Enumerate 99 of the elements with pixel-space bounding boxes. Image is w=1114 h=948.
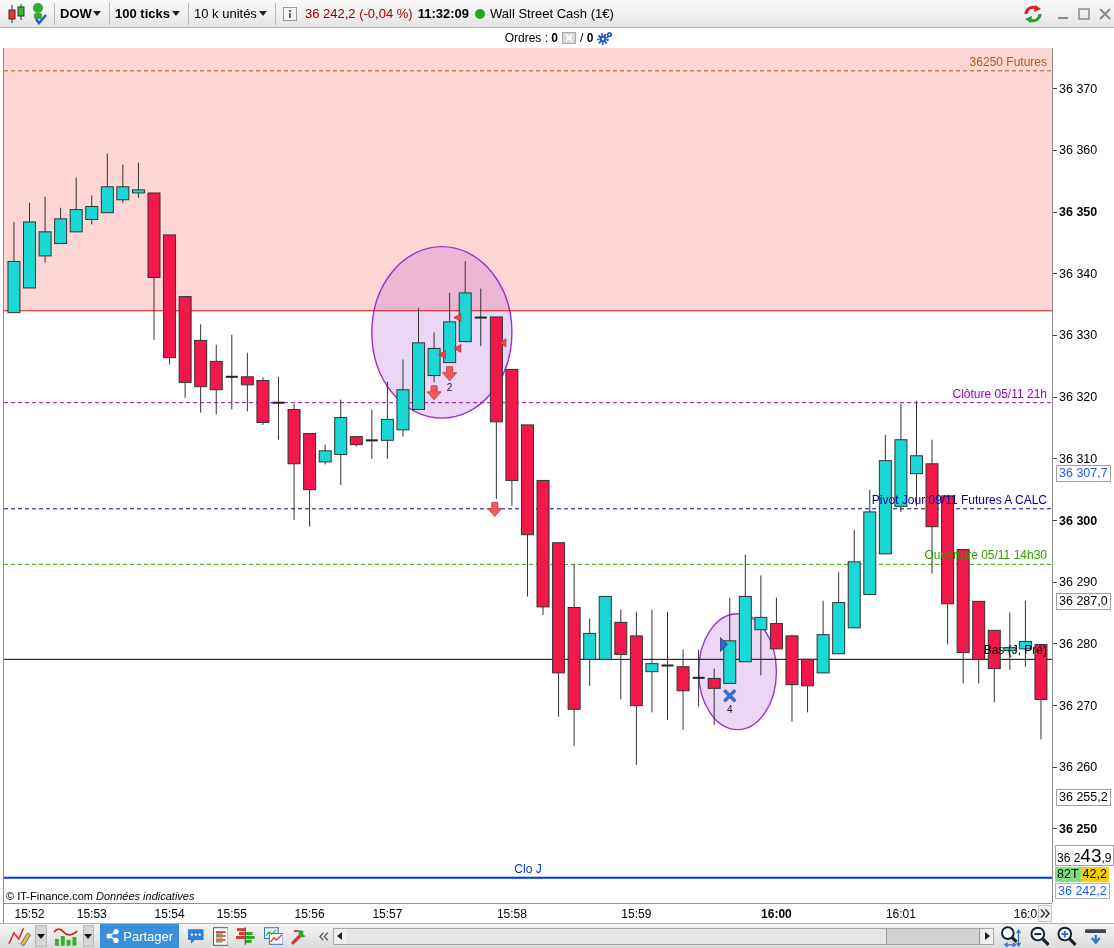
chart-window-icon[interactable]	[263, 927, 284, 945]
candlestick	[645, 608, 659, 713]
candlestick	[85, 194, 99, 225]
signal-count: 2	[446, 381, 453, 393]
orders-count: Ordres : 0	[504, 31, 558, 45]
axis-label: 36 330	[1059, 328, 1098, 343]
zoom-in-icon[interactable]	[1057, 926, 1077, 946]
axis-label: 15:53	[76, 907, 107, 921]
counter-tag: 82T	[1055, 867, 1081, 882]
triangle-marker-icon	[498, 338, 507, 348]
axis-label: 36 350	[1059, 205, 1098, 220]
down-arrow-icon	[487, 502, 503, 517]
scrollbar-thumb[interactable]	[885, 928, 980, 944]
instrument-name: Wall Street Cash (1€)	[490, 6, 614, 21]
candlestick	[380, 381, 394, 460]
checklist-icon[interactable]	[212, 926, 229, 946]
axis-label: 15:57	[372, 907, 403, 921]
share-icon	[106, 929, 120, 943]
axis-label: 36 300	[1059, 513, 1098, 528]
symbol-dropdown[interactable]: DOW	[57, 1, 107, 26]
positions-count: / 0	[580, 31, 594, 45]
triangle-marker-icon	[438, 350, 446, 359]
axis-label: 36 260	[1059, 760, 1098, 775]
double-chevron-left-icon[interactable]	[318, 931, 329, 941]
axis-label: 36 280	[1059, 636, 1098, 651]
candlestick	[754, 574, 768, 676]
maximize-icon[interactable]	[1078, 7, 1090, 20]
dropdown-menu-icon[interactable]	[1084, 927, 1106, 945]
axis-label: 36 360	[1059, 143, 1098, 158]
axis-label: 15:59	[621, 907, 652, 921]
quantity-dropdown[interactable]: 10 k unités	[191, 1, 273, 26]
close-price-tag: 36 242,2	[1055, 883, 1110, 899]
candlestick	[116, 164, 130, 204]
counter-tag: 42,2	[1080, 867, 1109, 882]
scroll-right-button[interactable]	[1038, 905, 1052, 922]
axis-label: 36 310	[1059, 451, 1098, 466]
last-price-label: 36 243,9	[1055, 845, 1114, 866]
candlestick	[365, 408, 378, 460]
candlestick	[661, 611, 674, 721]
caret-icon	[172, 11, 180, 16]
level-label: Clo J	[514, 861, 542, 876]
cross-marker-icon	[723, 689, 737, 703]
axis-label: 36 270	[1059, 698, 1098, 713]
triangle-marker-icon	[453, 344, 462, 353]
horizontal-bars-icon[interactable]	[236, 927, 256, 945]
axis-label: 36 290	[1059, 575, 1098, 590]
axis-label: 16:0	[1013, 907, 1038, 921]
candlestick	[225, 334, 238, 410]
user-check-icon[interactable]	[31, 2, 47, 25]
caret-icon	[259, 11, 267, 16]
info-icon[interactable]	[283, 6, 297, 21]
candlestick	[474, 288, 487, 347]
zoom-out-icon[interactable]	[1029, 926, 1050, 946]
price-tag: 36 307,7	[1056, 465, 1111, 483]
dropdown-button[interactable]	[35, 925, 48, 947]
chat-icon[interactable]	[187, 927, 205, 945]
pencil-icon[interactable]	[8, 926, 32, 946]
price-tag: 36 255,2	[1056, 788, 1111, 806]
down-arrow-icon	[426, 385, 442, 401]
dropdown-button[interactable]	[82, 925, 95, 947]
axis-label: 15:58	[496, 907, 527, 921]
candlestick	[272, 376, 285, 441]
price-tag: 36 287,0	[1056, 592, 1111, 610]
candlestick	[318, 444, 332, 465]
axis-label: 16:00	[761, 907, 792, 921]
close-icon[interactable]	[1099, 7, 1111, 20]
refresh-icon[interactable]	[1023, 4, 1043, 23]
axis-label: 16:01	[885, 907, 916, 921]
candlestick	[692, 648, 705, 708]
axis-label: 36 250	[1059, 821, 1098, 836]
axis-label: 15:52	[14, 907, 45, 921]
axis-label: 36 370	[1059, 81, 1098, 96]
candlestick	[69, 177, 83, 233]
level-label: Clôture 05/11 21h	[952, 386, 1047, 401]
candlestick	[131, 162, 145, 199]
signal-count: 4	[726, 703, 733, 715]
clock-time: 11:32:09	[417, 6, 469, 21]
triangle-marker-icon	[453, 313, 462, 322]
candlestick-icon[interactable]	[8, 3, 26, 24]
axis-label: 15:56	[294, 907, 325, 921]
price-quote: 36 242,2 (-0,04 %)	[305, 6, 413, 21]
level-label: 36250 Futures	[969, 54, 1047, 69]
caret-icon	[93, 11, 101, 16]
double-chevron-right-icon	[1040, 909, 1050, 918]
zoom-fit-icon[interactable]	[1000, 925, 1022, 947]
axis-label: 15:55	[216, 907, 247, 921]
axis-label: 36 340	[1059, 266, 1098, 281]
candlestick	[707, 668, 721, 726]
settings-icon[interactable]	[597, 31, 614, 45]
axis-label: 36 320	[1059, 390, 1098, 405]
copyright-notice: © IT-Finance.com Données indicatives	[6, 890, 195, 903]
indicator-chart-icon[interactable]	[53, 926, 79, 946]
flag-marker-icon	[720, 637, 728, 652]
down-arrow-icon	[442, 366, 458, 382]
axis-label: 15:54	[154, 907, 185, 921]
caret-icon	[37, 933, 46, 939]
period-dropdown[interactable]: 100 ticks	[112, 1, 186, 26]
candlestick	[240, 352, 254, 412]
caret-icon	[84, 933, 93, 939]
